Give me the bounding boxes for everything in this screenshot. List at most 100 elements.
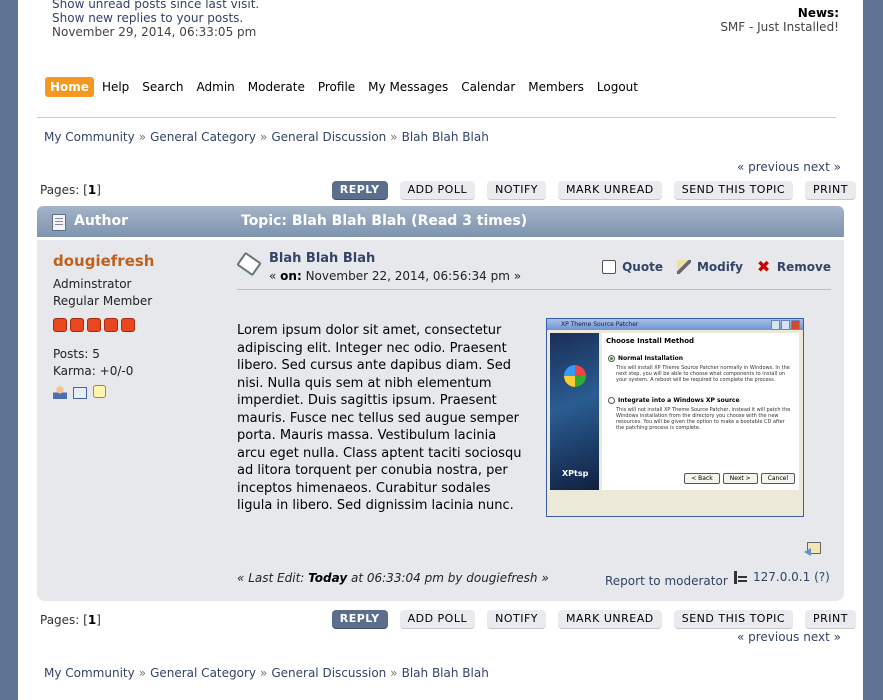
menu-members[interactable]: Members xyxy=(528,77,584,97)
menu-logout[interactable]: Logout xyxy=(597,77,638,97)
previous-topic-link[interactable]: « previous xyxy=(737,160,799,174)
poster-ip: 127.0.0.1 (?) xyxy=(734,570,830,584)
profile-icon[interactable] xyxy=(53,385,67,399)
message-tag-icon xyxy=(236,251,262,277)
menu-my-messages[interactable]: My Messages xyxy=(368,77,448,97)
send-topic-button[interactable]: SEND THIS TOPIC xyxy=(673,181,794,200)
radio-selected-icon xyxy=(608,355,615,362)
menu-search[interactable]: Search xyxy=(142,77,183,97)
breadcrumb-topic-bottom[interactable]: Blah Blah Blah xyxy=(402,666,489,680)
message-header: Blah Blah Blah « on: November 22, 2014, … xyxy=(236,250,831,290)
quote-icon xyxy=(602,260,617,274)
current-datetime: November 29, 2014, 06:33:05 pm xyxy=(52,25,257,39)
message-subject[interactable]: Blah Blah Blah xyxy=(269,251,375,266)
rank-star-icon xyxy=(53,318,67,332)
reply-button[interactable]: REPLY xyxy=(331,181,388,200)
notify-button-bottom[interactable]: NOTIFY xyxy=(487,610,546,629)
breadcrumb-board[interactable]: General Discussion xyxy=(271,130,386,144)
topic-document-icon xyxy=(52,214,66,231)
print-button[interactable]: PRINT xyxy=(805,181,856,200)
author-column-label: Author xyxy=(74,213,128,229)
button-strip-top: REPLY ADD POLL NOTIFY MARK UNREAD SEND T… xyxy=(320,181,856,200)
poster-group: Regular Member xyxy=(53,294,153,308)
attached-image[interactable]: XP Theme Source Patcher XPtsp Choose Ins… xyxy=(546,318,804,517)
report-to-moderator-link[interactable]: Report to moderator xyxy=(605,574,728,588)
unread-posts-link[interactable]: Show unread posts since last visit. xyxy=(52,0,259,11)
remove-button[interactable]: ✖ Remove xyxy=(756,257,831,276)
menu-home[interactable]: Home xyxy=(45,77,94,97)
installer-option-integrate-desc: This will not install XP Theme Source Pa… xyxy=(616,407,791,431)
menu-profile[interactable]: Profile xyxy=(318,77,355,97)
previous-topic-link-bottom[interactable]: « previous xyxy=(737,630,799,644)
quick-buttons: Quote Modify ✖ Remove xyxy=(588,257,831,276)
email-icon[interactable] xyxy=(73,387,87,399)
pages-bottom: Pages: [1] xyxy=(40,613,101,627)
menu-calendar[interactable]: Calendar xyxy=(461,77,515,97)
installer-option-integrate: Integrate into a Windows XP source xyxy=(608,397,799,404)
topic-header-bar: Author Topic: Blah Blah Blah (Read 3 tim… xyxy=(37,206,844,237)
windows-logo-icon xyxy=(564,365,586,387)
remove-icon: ✖ xyxy=(756,257,771,276)
installer-heading: Choose Install Method xyxy=(606,337,695,345)
modify-icon xyxy=(676,260,691,274)
news-box: News: SMF - Just Installed! xyxy=(720,6,839,34)
menu-help[interactable]: Help xyxy=(102,77,129,97)
breadcrumb-top: My Community» General Category» General Di… xyxy=(44,130,489,144)
post-container: dougiefresh Adminstrator Regular Member … xyxy=(37,240,844,601)
poster-title: Adminstrator xyxy=(53,277,132,291)
menu-admin[interactable]: Admin xyxy=(197,77,235,97)
pagenav-bottom: « previous next » xyxy=(737,630,841,644)
add-poll-button-bottom[interactable]: ADD POLL xyxy=(399,610,476,629)
send-topic-button-bottom[interactable]: SEND THIS TOPIC xyxy=(673,610,794,629)
quote-button[interactable]: Quote xyxy=(602,260,663,274)
mark-unread-button[interactable]: MARK UNREAD xyxy=(558,181,662,200)
news-text: SMF - Just Installed! xyxy=(720,20,839,34)
minimize-icon xyxy=(771,320,780,330)
attached-window-titlebar: XP Theme Source Patcher xyxy=(547,319,803,330)
mark-unread-button-bottom[interactable]: MARK UNREAD xyxy=(558,610,662,629)
user-info: Show unread posts since last visit. Show… xyxy=(52,0,259,39)
rank-star-icon xyxy=(87,318,101,332)
ip-address-link[interactable]: 127.0.0.1 (?) xyxy=(753,570,830,584)
installer-brand: XPtsp xyxy=(562,469,589,478)
pagenav-top: « previous next » xyxy=(737,160,841,174)
breadcrumb-board-bottom[interactable]: General Discussion xyxy=(271,666,386,680)
installer-pane: Choose Install Method Normal Installatio… xyxy=(602,333,799,490)
pages-top: Pages: [1] xyxy=(40,183,101,197)
modify-button[interactable]: Modify xyxy=(676,260,743,274)
poster-name[interactable]: dougiefresh xyxy=(53,252,233,270)
page-number[interactable]: 1 xyxy=(88,183,96,197)
message-body: Lorem ipsum dolor sit amet, consectetur … xyxy=(237,323,522,513)
poster-icons xyxy=(53,385,233,399)
topic-title: Topic: Blah Blah Blah (Read 3 times) xyxy=(241,213,528,229)
installer-back-button: < Back xyxy=(684,473,720,484)
notify-button[interactable]: NOTIFY xyxy=(487,181,546,200)
main-menu: Home Help Search Admin Moderate Profile … xyxy=(45,77,651,97)
close-icon xyxy=(791,320,800,330)
ip-icon xyxy=(734,570,747,584)
poster-info: dougiefresh Adminstrator Regular Member … xyxy=(53,252,233,399)
rank-star-icon xyxy=(104,318,118,332)
personal-message-icon[interactable] xyxy=(93,385,106,398)
rank-star-icon xyxy=(70,318,84,332)
breadcrumb-community-bottom[interactable]: My Community xyxy=(44,666,135,680)
installer-buttons: < Back Next > Cancel xyxy=(681,473,795,484)
breadcrumb-category-bottom[interactable]: General Category xyxy=(150,666,256,680)
add-poll-button[interactable]: ADD POLL xyxy=(399,181,476,200)
poster-karma: Karma: +0/-0 xyxy=(53,364,134,378)
quick-reply-icon[interactable] xyxy=(804,542,822,556)
next-topic-link[interactable]: next » xyxy=(803,160,841,174)
page-number-bottom[interactable]: 1 xyxy=(88,613,96,627)
reply-button-bottom[interactable]: REPLY xyxy=(331,610,388,629)
new-replies-link[interactable]: Show new replies to your posts. xyxy=(52,11,259,25)
installer-cancel-button: Cancel xyxy=(760,473,795,484)
next-topic-link-bottom[interactable]: next » xyxy=(803,630,841,644)
breadcrumb-category[interactable]: General Category xyxy=(150,130,256,144)
breadcrumb-topic[interactable]: Blah Blah Blah xyxy=(402,130,489,144)
breadcrumb-community[interactable]: My Community xyxy=(44,130,135,144)
installer-option-normal-desc: This will install XP Theme Source Patche… xyxy=(616,365,790,383)
button-strip-bottom: REPLY ADD POLL NOTIFY MARK UNREAD SEND T… xyxy=(320,610,856,629)
print-button-bottom[interactable]: PRINT xyxy=(805,610,856,629)
menu-moderate[interactable]: Moderate xyxy=(248,77,305,97)
installer-option-normal: Normal Installation xyxy=(608,355,799,362)
